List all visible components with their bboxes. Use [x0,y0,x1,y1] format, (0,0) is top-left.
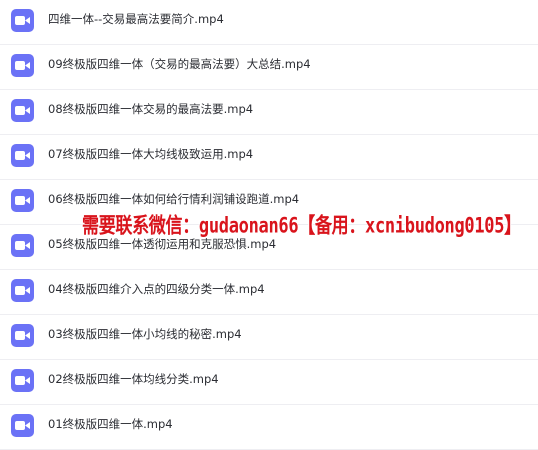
file-name: 03终极版四维一体小均线的秘密.mp4 [48,327,242,341]
video-icon [11,414,34,437]
file-name: 06终极版四维一体如何给行情利润铺设跑道.mp4 [48,192,300,206]
file-name: 01终极版四维一体.mp4 [48,417,173,431]
watermark-text: 需要联系微信：gudaonan66【备用：xcnibudong0105】 [82,213,521,239]
video-icon [11,144,34,167]
file-row[interactable]: 01终极版四维一体.mp4 [0,405,538,450]
video-icon [11,324,34,347]
file-list: 四维一体--交易最高法要简介.mp4 09终极版四维一体（交易的最高法要）大总结… [0,0,538,450]
video-icon [11,279,34,302]
file-row[interactable]: 四维一体--交易最高法要简介.mp4 [0,0,538,45]
file-row[interactable]: 03终极版四维一体小均线的秘密.mp4 [0,315,538,360]
video-icon [11,189,34,212]
video-icon [11,54,34,77]
file-name: 04终极版四维介入点的四级分类一体.mp4 [48,282,265,296]
file-name: 02终极版四维一体均线分类.mp4 [48,372,219,386]
file-row[interactable]: 02终极版四维一体均线分类.mp4 [0,360,538,405]
file-row[interactable]: 04终极版四维介入点的四级分类一体.mp4 [0,270,538,315]
file-row[interactable]: 09终极版四维一体（交易的最高法要）大总结.mp4 [0,45,538,90]
video-icon [11,369,34,392]
file-row[interactable]: 08终极版四维一体交易的最高法要.mp4 [0,90,538,135]
file-row[interactable]: 07终极版四维一体大均线极致运用.mp4 [0,135,538,180]
file-name: 09终极版四维一体（交易的最高法要）大总结.mp4 [48,57,311,71]
file-name: 08终极版四维一体交易的最高法要.mp4 [48,102,254,116]
file-name: 四维一体--交易最高法要简介.mp4 [48,12,224,26]
video-icon [11,9,34,32]
video-icon [11,234,34,257]
file-name: 07终极版四维一体大均线极致运用.mp4 [48,147,254,161]
video-icon [11,99,34,122]
